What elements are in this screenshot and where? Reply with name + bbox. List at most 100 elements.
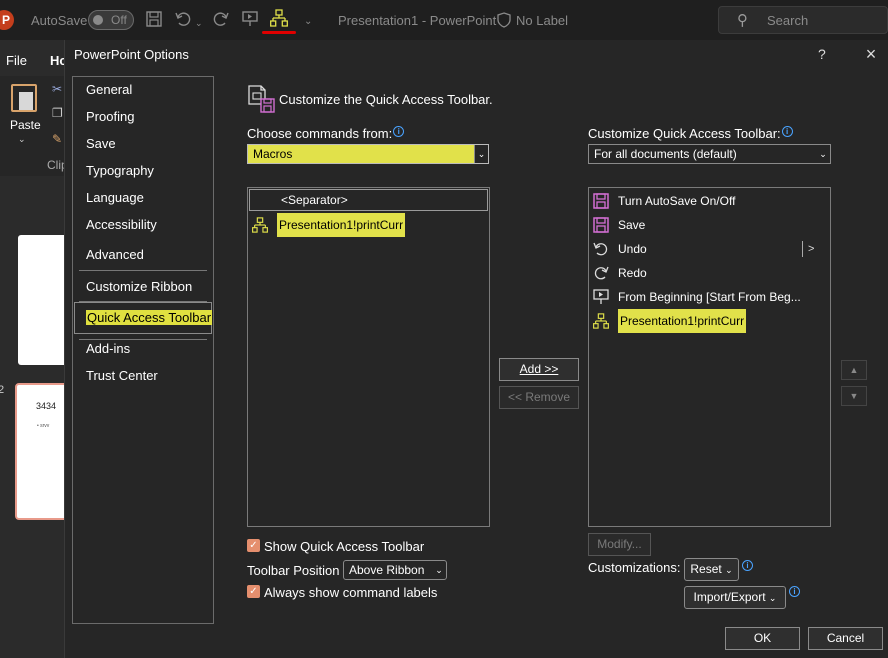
paste-label[interactable]: Paste bbox=[10, 118, 41, 132]
import-export-button[interactable]: Import/Export ⌄ bbox=[684, 586, 786, 609]
ribbon: Paste ⌄ ✂ ❐ ✎ Clip bbox=[0, 76, 68, 176]
save-icon[interactable] bbox=[145, 10, 163, 28]
shield-icon[interactable] bbox=[496, 12, 512, 28]
info-icon: i bbox=[781, 126, 793, 137]
customize-qat-label: Customize Quick Access Toolbar: i bbox=[588, 126, 793, 141]
choose-commands-label: Choose commands from: i bbox=[247, 126, 405, 141]
chevron-right-icon[interactable]: > bbox=[801, 237, 814, 261]
dialog-title: PowerPoint Options bbox=[74, 47, 189, 62]
quick-access-toolbar-icon bbox=[248, 85, 275, 113]
sensitivity-label[interactable]: No Label bbox=[516, 13, 568, 28]
nav-item-quick-access-toolbar[interactable]: Quick Access Toolbar bbox=[74, 302, 213, 334]
undo-icon[interactable] bbox=[174, 10, 192, 28]
save-icon bbox=[593, 217, 609, 233]
reset-button-label: Reset bbox=[690, 562, 722, 576]
info-icon: i bbox=[742, 560, 753, 571]
move-down-button[interactable]: ▼ bbox=[841, 386, 867, 406]
nav-item-trust-center[interactable]: Trust Center bbox=[79, 364, 207, 388]
redo-icon[interactable] bbox=[212, 10, 230, 28]
always-show-labels-checkbox[interactable]: ✓ bbox=[247, 585, 260, 598]
commands-list[interactable]: <Separator> Presentation1!printCurr bbox=[247, 187, 490, 527]
copy-icon[interactable]: ❐ bbox=[52, 106, 63, 120]
choose-commands-value: Macros bbox=[253, 147, 293, 161]
qat-item-redo[interactable]: Redo bbox=[590, 261, 829, 285]
cut-icon[interactable]: ✂ bbox=[52, 82, 62, 96]
redo-icon bbox=[594, 266, 609, 280]
choose-commands-select[interactable]: Macros ⌄ bbox=[247, 144, 489, 164]
paste-dropdown-icon[interactable]: ⌄ bbox=[18, 134, 26, 145]
toggle-knob bbox=[93, 15, 103, 25]
nav-item-customize-ribbon[interactable]: Customize Ribbon bbox=[79, 275, 207, 299]
qat-item-label: Save bbox=[618, 218, 646, 232]
reset-button[interactable]: Reset ⌄ bbox=[684, 558, 739, 581]
move-up-button[interactable]: ▲ bbox=[841, 360, 867, 380]
ok-button[interactable]: OK bbox=[725, 627, 800, 650]
qat-item-macro[interactable]: Presentation1!printCurr bbox=[590, 309, 829, 333]
autosave-toggle[interactable]: Off bbox=[88, 10, 134, 30]
info-icon: i bbox=[789, 586, 800, 597]
qat-item-from-beginning[interactable]: From Beginning [Start From Beg... bbox=[590, 285, 829, 309]
ppt-background: File Ho Paste ⌄ ✂ ❐ ✎ Clip 2 3434 • srvv bbox=[0, 40, 68, 658]
format-painter-icon[interactable]: ✎ bbox=[52, 132, 62, 146]
customize-qat-select[interactable]: For all documents (default) ⌄ bbox=[588, 144, 831, 164]
show-qat-checkbox[interactable]: ✓ bbox=[247, 539, 260, 552]
qat-item-label: Presentation1!printCurr bbox=[618, 309, 747, 333]
macro-icon bbox=[270, 9, 288, 27]
paste-icon[interactable] bbox=[11, 84, 37, 112]
slide-title-text: 3434 bbox=[36, 401, 57, 411]
nav-item-label: Quick Access Toolbar bbox=[86, 310, 213, 325]
qat-item-autosave[interactable]: Turn AutoSave On/Off bbox=[590, 189, 829, 213]
tab-file[interactable]: File bbox=[6, 53, 27, 68]
chevron-down-icon: ⌄ bbox=[819, 149, 827, 159]
customize-qat-dropdown-icon[interactable]: ⌄ bbox=[304, 12, 312, 32]
customizations-label: Customizations: bbox=[588, 560, 681, 575]
page-header: Customize the Quick Access Toolbar. bbox=[279, 92, 493, 107]
qat-item-label: Undo bbox=[618, 242, 647, 256]
customize-qat-value: For all documents (default) bbox=[594, 147, 737, 161]
cancel-button[interactable]: Cancel bbox=[808, 627, 883, 650]
macro-qat-button[interactable] bbox=[262, 8, 296, 34]
modify-button[interactable]: Modify... bbox=[588, 533, 651, 556]
chevron-down-icon: ⌄ bbox=[768, 593, 777, 603]
close-button[interactable]: × bbox=[859, 42, 883, 66]
toolbar-position-select[interactable]: Above Ribbon ⌄ bbox=[343, 560, 447, 580]
list-item-label: Presentation1!printCurr bbox=[277, 213, 406, 237]
always-show-labels-label: Always show command labels bbox=[264, 585, 438, 600]
autosave-label: AutoSave bbox=[31, 13, 88, 28]
chevron-down-icon: ⌄ bbox=[725, 565, 733, 575]
toolbar-position-value: Above Ribbon bbox=[349, 563, 425, 577]
search-box[interactable]: ⚲ Search bbox=[718, 6, 888, 34]
undo-dropdown-icon[interactable]: ⌄ bbox=[195, 13, 203, 33]
remove-button[interactable]: << Remove bbox=[499, 386, 579, 409]
slide-thumbnail-2[interactable]: 3434 • srvv bbox=[15, 383, 68, 520]
qat-item-undo[interactable]: Undo > bbox=[590, 237, 829, 261]
macro-underline bbox=[262, 31, 296, 34]
nav-item-advanced[interactable]: Advanced bbox=[79, 243, 207, 267]
qat-list[interactable]: Turn AutoSave On/Off Save Undo > Redo Fr… bbox=[588, 187, 831, 527]
start-from-beginning-icon bbox=[593, 289, 609, 304]
add-button[interactable]: Add >> bbox=[499, 358, 579, 381]
slide-bullet-text: • srvv bbox=[37, 423, 50, 429]
show-qat-label: Show Quick Access Toolbar bbox=[264, 539, 425, 554]
qat-item-save[interactable]: Save bbox=[590, 213, 829, 237]
chevron-down-icon: ⌄ bbox=[435, 565, 443, 575]
qat-item-label: Redo bbox=[618, 266, 647, 280]
choose-commands-text: Choose commands from: bbox=[247, 126, 393, 141]
nav-item-language[interactable]: Language bbox=[79, 186, 207, 210]
nav-item-add-ins[interactable]: Add-ins bbox=[79, 337, 207, 361]
modify-button-label: Modify... bbox=[597, 537, 642, 551]
nav-item-save[interactable]: Save bbox=[79, 132, 207, 156]
macro-icon bbox=[593, 313, 609, 329]
nav-item-typography[interactable]: Typography bbox=[79, 159, 207, 183]
window-title: Presentation1 - PowerPoint bbox=[338, 13, 497, 28]
help-button[interactable]: ? bbox=[818, 46, 826, 62]
options-dialog: PowerPoint Options ? × General Proofing … bbox=[64, 40, 888, 658]
add-button-label: Add >> bbox=[519, 362, 559, 376]
nav-item-general[interactable]: General bbox=[79, 78, 207, 102]
nav-item-proofing[interactable]: Proofing bbox=[79, 105, 207, 129]
search-placeholder: Search bbox=[767, 13, 809, 28]
start-from-beginning-icon[interactable] bbox=[241, 10, 259, 28]
list-item-separator[interactable]: <Separator> bbox=[249, 189, 488, 211]
nav-item-accessibility[interactable]: Accessibility bbox=[79, 213, 207, 237]
slide-thumbnail-1[interactable] bbox=[18, 235, 68, 365]
